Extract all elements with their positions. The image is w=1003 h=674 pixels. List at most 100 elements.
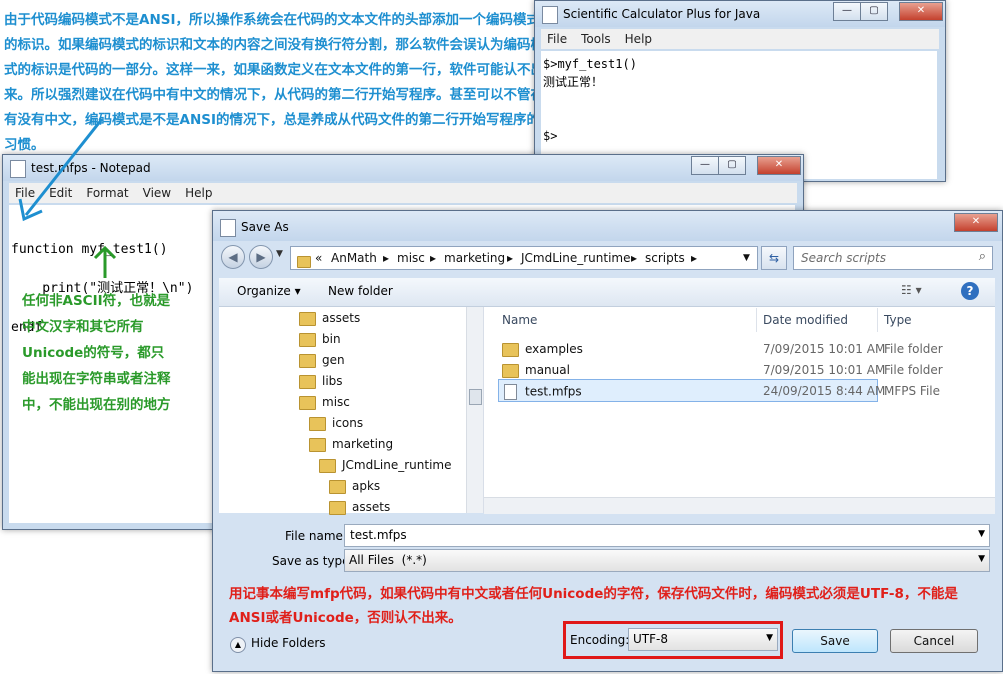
cancel-button[interactable]: Cancel (890, 629, 978, 653)
save-type-value: All Files (*.*) (349, 553, 427, 567)
blue-arrow-icon (18, 118, 104, 222)
recent-dropdown-icon[interactable]: ▼ (276, 249, 283, 259)
encoding-highlight-box (563, 621, 783, 659)
menu-view[interactable]: View (143, 183, 171, 203)
file-name-label: File name: (285, 529, 347, 543)
menu-help[interactable]: Help (625, 29, 652, 49)
help-icon[interactable]: ? (961, 282, 979, 300)
close-button[interactable]: ✕ (954, 213, 998, 232)
forward-button[interactable]: ▶ (249, 245, 273, 269)
address-bar[interactable]: « AnMath ▸ misc ▸ marketing ▸ JCmdLine_r… (290, 246, 758, 270)
file-list[interactable] (484, 307, 995, 513)
scrollbar-thumb[interactable] (469, 389, 482, 405)
breadcrumb-sep: ▸ (383, 251, 390, 265)
folder-icon (329, 500, 346, 515)
breadcrumb-anmath[interactable]: AnMath (331, 251, 377, 265)
breadcrumb-sep: ▸ (430, 251, 437, 265)
notepad-menubar: File Edit Format View Help (9, 183, 797, 203)
save-type-select[interactable]: All Files (*.*) ▼ (344, 549, 990, 572)
menu-file[interactable]: File (547, 29, 567, 49)
tree-item[interactable]: assets (299, 311, 360, 326)
folder-icon (299, 311, 316, 326)
horizontal-scrollbar[interactable] (484, 497, 995, 514)
folder-icon (299, 395, 316, 410)
tree-item[interactable]: gen (299, 353, 345, 368)
folder-icon (299, 353, 316, 368)
tree-item[interactable]: libs (299, 374, 343, 389)
close-button[interactable]: ✕ (757, 156, 801, 175)
back-button[interactable]: ◀ (221, 245, 245, 269)
hide-folders-button[interactable]: ▲ Hide Folders (230, 636, 326, 653)
console-line: 测试正常！ (543, 75, 604, 89)
minimize-button[interactable]: — (833, 2, 861, 21)
tree-item[interactable]: JCmdLine_runtime (319, 458, 452, 473)
save-type-label: Save as type: (272, 554, 354, 568)
breadcrumb-overflow[interactable]: « (315, 251, 322, 265)
folder-icon (329, 479, 346, 494)
breadcrumb-marketing[interactable]: marketing (444, 251, 505, 265)
file-row[interactable]: examples (502, 342, 583, 357)
maximize-button[interactable]: ▢ (718, 156, 746, 175)
file-date: 24/09/2015 8:44 AM (763, 384, 886, 398)
chevron-down-icon[interactable]: ▼ (978, 529, 985, 539)
breadcrumb-scripts[interactable]: scripts (645, 251, 685, 265)
close-button[interactable]: ✕ (899, 2, 943, 21)
maximize-button[interactable]: ▢ (860, 2, 888, 21)
refresh-button[interactable]: ⇆ (761, 246, 787, 270)
save-as-icon (220, 219, 236, 237)
file-row[interactable]: manual (502, 363, 570, 378)
file-name-value: test.mfps (350, 528, 407, 542)
folder-icon (309, 437, 326, 452)
tree-item[interactable]: misc (299, 395, 350, 410)
address-dropdown-icon[interactable]: ▼ (743, 253, 750, 263)
chevron-up-icon: ▲ (230, 637, 246, 653)
notepad-titlebar[interactable]: test.mfps - Notepad — ▢ ✕ (3, 155, 803, 181)
tree-item[interactable]: marketing (309, 437, 393, 452)
organize-button[interactable]: Organize ▾ (237, 284, 301, 298)
column-type[interactable]: Type (884, 313, 912, 327)
menu-tools[interactable]: Tools (581, 29, 611, 49)
chevron-down-icon[interactable]: ▼ (978, 554, 985, 564)
tree-item[interactable]: assets (329, 500, 390, 515)
tree-scrollbar[interactable] (466, 307, 483, 513)
search-placeholder: Search scripts (801, 251, 886, 265)
calculator-titlebar[interactable]: Scientific Calculator Plus for Java — ▢ … (535, 1, 945, 27)
folder-icon (502, 342, 519, 357)
new-folder-button[interactable]: New folder (328, 284, 393, 298)
annotation-green-text: 任何非ASCII符，也就是中文汉字和其它所有Unicode的符号，都只能出现在字… (22, 293, 171, 413)
folder-icon (299, 374, 316, 389)
column-divider (756, 308, 757, 332)
folder-icon (309, 416, 326, 431)
console-line: $>myf_test1() (543, 57, 637, 71)
column-date[interactable]: Date modified (763, 313, 848, 327)
search-input[interactable]: Search scripts ⌕ (793, 246, 993, 270)
breadcrumb-sep: ▸ (631, 251, 638, 265)
breadcrumb-misc[interactable]: misc (397, 251, 425, 265)
folder-tree[interactable]: assets bin gen libs misc icons marketing… (219, 307, 484, 515)
save-as-title: Save As (241, 220, 289, 234)
file-type: File folder (884, 363, 943, 377)
file-row[interactable]: test.mfps (504, 384, 582, 400)
calculator-menubar: File Tools Help (541, 29, 939, 49)
view-options-icon[interactable]: ☷ ▾ (901, 283, 922, 297)
console-line: $> (543, 129, 558, 143)
green-arrow-icon (93, 245, 117, 278)
file-name-input[interactable]: test.mfps ▼ (344, 524, 990, 547)
column-name[interactable]: Name (502, 313, 537, 327)
tree-item[interactable]: apks (329, 479, 380, 494)
folder-icon (319, 458, 336, 473)
tree-item[interactable]: icons (309, 416, 363, 431)
breadcrumb-sep: ▸ (691, 251, 698, 265)
file-icon (504, 384, 517, 400)
folder-icon (502, 363, 519, 378)
save-button[interactable]: Save (792, 629, 878, 653)
file-date: 7/09/2015 10:01 AM (763, 363, 886, 377)
save-as-titlebar[interactable]: Save As ✕ (213, 211, 1002, 241)
menu-help[interactable]: Help (185, 183, 212, 203)
breadcrumb-jcmdline[interactable]: JCmdLine_runtime (521, 251, 631, 265)
minimize-button[interactable]: — (691, 156, 719, 175)
tree-item[interactable]: bin (299, 332, 341, 347)
file-date: 7/09/2015 10:01 AM (763, 342, 886, 356)
search-icon: ⌕ (978, 249, 986, 264)
